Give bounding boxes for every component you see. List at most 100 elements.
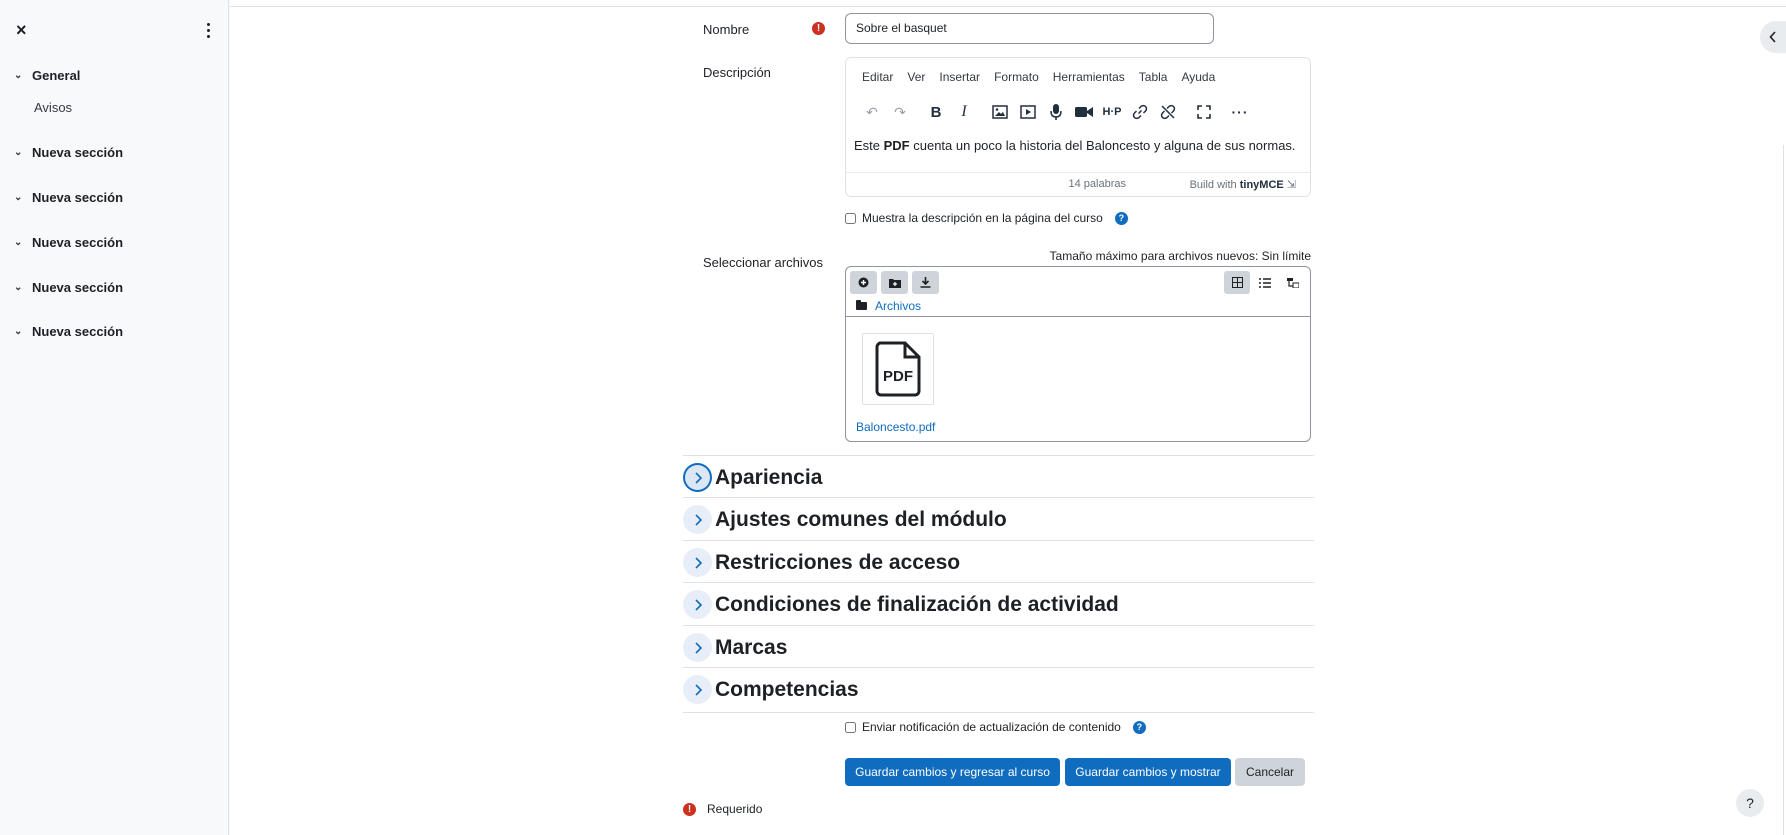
sidebar-section-label: Nueva sección <box>32 145 124 160</box>
h5p-icon[interactable]: H·P <box>1100 100 1124 124</box>
tinymce-brand[interactable]: Build with tinyMCE ⇲ <box>1190 178 1296 191</box>
section-condiciones: Condiciones de finalización de actividad <box>683 582 1314 624</box>
expand-section-button[interactable] <box>683 505 712 534</box>
pdf-file-icon: PDF <box>875 341 921 397</box>
name-input[interactable]: Sobre el basquet <box>845 13 1214 44</box>
section-title[interactable]: Marcas <box>715 636 787 660</box>
sidebar-section-label: Nueva sección <box>32 280 124 295</box>
editor-toolbar: ↶ ↷ B I H·P ··· <box>860 100 1256 124</box>
pdf-icon-text: PDF <box>883 368 913 385</box>
sidebar-section[interactable]: ⌄ Nueva sección <box>14 280 123 295</box>
show-description-row: Muestra la descripción en la página del … <box>845 211 1128 225</box>
close-drawer-button[interactable]: × <box>16 20 27 40</box>
section-title[interactable]: Restricciones de acceso <box>715 551 960 575</box>
chevron-down-icon: ⌄ <box>14 70 23 81</box>
section-competencias: Competencias <box>683 667 1314 709</box>
sidebar-section-label: General <box>32 68 81 83</box>
help-button[interactable]: ? <box>1736 789 1764 817</box>
course-index-drawer: × ⌄ General Avisos ⌄ Nueva sección ⌄ Nue… <box>0 0 229 835</box>
word-count[interactable]: 14 palabras <box>1069 178 1127 190</box>
sidebar-section-general[interactable]: ⌄ General <box>14 68 80 83</box>
menu-herramientas[interactable]: Herramientas <box>1053 70 1125 84</box>
pdf-file-thumbnail[interactable]: PDF <box>862 333 934 405</box>
section-title[interactable]: Apariencia <box>715 466 822 490</box>
italic-icon[interactable]: I <box>952 100 976 124</box>
menu-editar[interactable]: Editar <box>862 70 893 84</box>
save-show-button[interactable]: Guardar cambios y mostrar <box>1065 758 1231 786</box>
expand-section-button[interactable] <box>683 633 712 662</box>
menu-ayuda[interactable]: Ayuda <box>1181 70 1215 84</box>
download-button[interactable] <box>912 271 939 294</box>
fullscreen-icon[interactable] <box>1192 100 1216 124</box>
editor-content[interactable]: Este PDF cuenta un poco la historia del … <box>854 138 1296 153</box>
divider <box>846 316 1310 317</box>
required-icon: ! <box>683 802 696 816</box>
sidebar-section-label: Nueva sección <box>32 324 124 339</box>
section-title[interactable]: Competencias <box>715 678 859 702</box>
open-block-drawer-button[interactable] <box>1760 21 1786 53</box>
section-apariencia: Apariencia <box>683 455 1314 497</box>
file-manager: Archivos PDF Baloncesto.pdf <box>845 266 1311 442</box>
expand-section-button[interactable] <box>683 548 712 577</box>
chevron-down-icon: ⌄ <box>14 147 23 158</box>
required-legend: ! Requerido <box>683 802 762 816</box>
section-marcas: Marcas <box>683 625 1314 667</box>
section-title[interactable]: Ajustes comunes del módulo <box>715 508 1007 532</box>
chevron-down-icon: ⌄ <box>14 237 23 248</box>
file-name-link[interactable]: Baloncesto.pdf <box>856 420 935 434</box>
folder-icon <box>856 300 867 310</box>
divider <box>683 712 1314 713</box>
main-content: Nombre ! Sobre el basquet Descripción Ed… <box>230 0 1786 835</box>
sidebar-item-avisos[interactable]: Avisos <box>34 100 72 115</box>
sidebar-section[interactable]: ⌄ Nueva sección <box>14 235 123 250</box>
chevron-down-icon: ⌄ <box>14 192 23 203</box>
create-folder-button[interactable] <box>881 271 908 294</box>
menu-insertar[interactable]: Insertar <box>939 70 980 84</box>
sidebar-section[interactable]: ⌄ Nueva sección <box>14 190 123 205</box>
sidebar-section[interactable]: ⌄ Nueva sección <box>14 145 123 160</box>
section-title[interactable]: Condiciones de finalización de actividad <box>715 593 1119 617</box>
notify-checkbox[interactable] <box>845 721 856 733</box>
bold-icon[interactable]: B <box>924 100 948 124</box>
expand-section-button[interactable] <box>683 675 712 704</box>
menu-tabla[interactable]: Tabla <box>1139 70 1168 84</box>
sidebar-section-label: Nueva sección <box>32 190 124 205</box>
chevron-down-icon: ⌄ <box>14 282 23 293</box>
tree-view-icon[interactable] <box>1280 271 1306 294</box>
more-icon[interactable]: ··· <box>1228 100 1252 124</box>
chevron-right-icon <box>694 641 702 654</box>
description-label: Descripción <box>703 65 771 80</box>
more-options-icon[interactable] <box>202 20 214 40</box>
resize-handle-icon[interactable]: ⇲ <box>1287 179 1296 191</box>
section-ajustes-comunes: Ajustes comunes del módulo <box>683 497 1314 539</box>
redo-icon[interactable]: ↷ <box>888 100 912 124</box>
list-view-icon[interactable] <box>1252 271 1278 294</box>
link-icon[interactable] <box>1128 100 1152 124</box>
sidebar-section[interactable]: ⌄ Nueva sección <box>14 324 123 339</box>
help-icon[interactable]: ? <box>1114 211 1128 225</box>
microphone-icon[interactable] <box>1044 100 1068 124</box>
content-text: Este <box>854 138 884 153</box>
undo-icon[interactable]: ↶ <box>860 100 884 124</box>
cancel-button[interactable]: Cancelar <box>1235 758 1305 786</box>
save-return-button[interactable]: Guardar cambios y regresar al curso <box>845 758 1060 786</box>
help-icon[interactable]: ? <box>1132 720 1146 734</box>
chevron-right-icon <box>694 513 702 526</box>
notify-row: Enviar notificación de actualización de … <box>845 720 1146 734</box>
video-camera-icon[interactable] <box>1072 100 1096 124</box>
unlink-icon[interactable] <box>1156 100 1180 124</box>
expand-section-button[interactable] <box>683 463 712 492</box>
grid-view-icon[interactable] <box>1224 271 1250 294</box>
menu-formato[interactable]: Formato <box>994 70 1039 84</box>
show-description-label: Muestra la descripción en la página del … <box>862 211 1103 225</box>
expand-section-button[interactable] <box>683 590 712 619</box>
show-description-checkbox[interactable] <box>845 212 856 224</box>
breadcrumb-archivos-link[interactable]: Archivos <box>875 299 921 313</box>
image-icon[interactable] <box>988 100 1012 124</box>
media-icon[interactable] <box>1016 100 1040 124</box>
content-text: cuenta un poco la historia del Baloncest… <box>909 138 1296 153</box>
add-file-button[interactable] <box>850 271 877 294</box>
menu-ver[interactable]: Ver <box>907 70 925 84</box>
rich-text-editor: Editar Ver Insertar Formato Herramientas… <box>845 57 1311 197</box>
max-size-text: Tamaño máximo para archivos nuevos: Sin … <box>1049 249 1311 263</box>
